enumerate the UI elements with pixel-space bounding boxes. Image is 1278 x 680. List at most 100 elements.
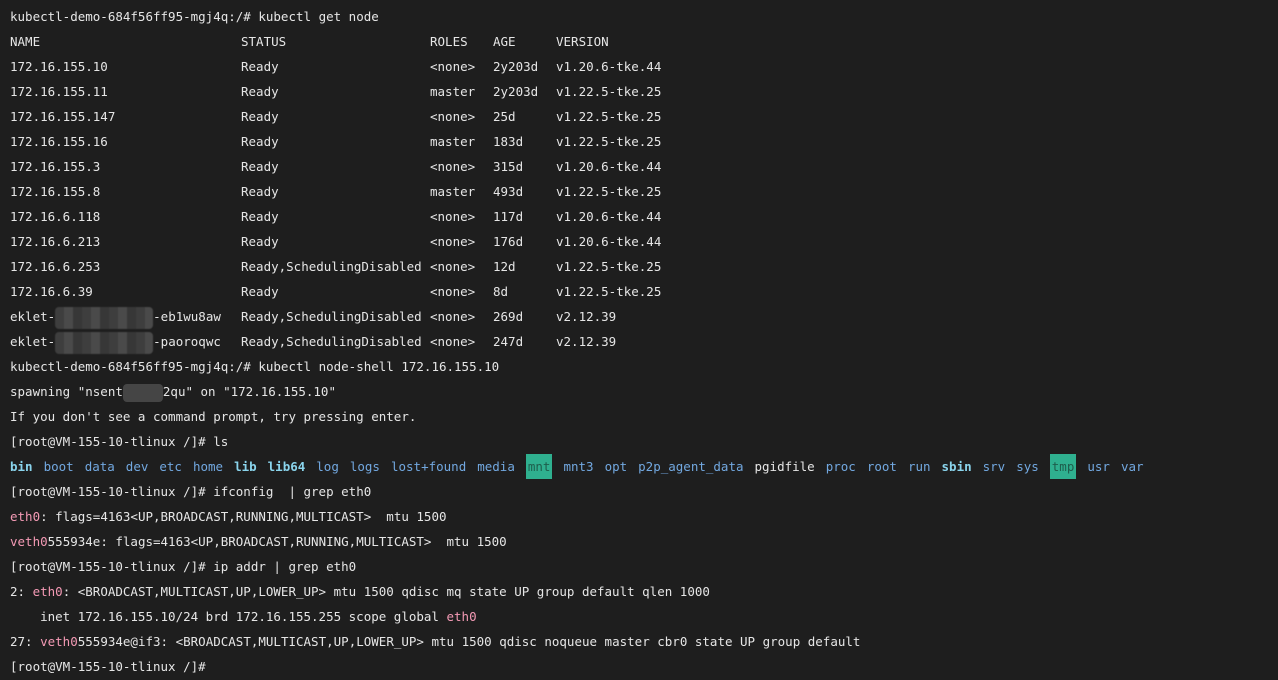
node-age: 25d	[493, 109, 516, 124]
redacted-blur	[55, 331, 154, 354]
node-roles: <none>	[430, 309, 476, 324]
node-name: 172.16.155.147	[10, 109, 116, 124]
spawning-text: spawning "nsent	[10, 384, 123, 399]
ip-addr-output-line: inet 172.16.155.10/24 brd 172.16.155.255…	[10, 604, 1278, 629]
header-name: NAME	[10, 34, 41, 49]
node-name: 172.16.6.253	[10, 259, 101, 274]
shell-prompt: [root@VM-155-10-tlinux /]#	[10, 559, 214, 574]
node-age: 183d	[493, 134, 524, 149]
ls-entry: media	[477, 459, 515, 474]
shell-prompt: [root@VM-155-10-tlinux /]#	[10, 434, 214, 449]
ls-output: bin boot data dev etc home lib lib64 log logs lost…	[10, 454, 1278, 479]
ls-entry: opt	[604, 459, 628, 474]
node-roles: <none>	[430, 234, 476, 249]
node-version: v1.22.5-tke.25	[556, 184, 662, 199]
command-line: [root@VM-155-10-tlinux /]# ls	[10, 429, 1278, 454]
header-version: VERSION	[556, 34, 609, 49]
interface-name: eth0	[32, 584, 63, 599]
header-status: STATUS	[241, 34, 287, 49]
node-status: Ready	[241, 84, 279, 99]
node-status: Ready	[241, 109, 279, 124]
command-text: ls	[213, 434, 229, 449]
node-version: v1.20.6-tke.44	[556, 209, 662, 224]
table-row: 172.16.6.39 Ready <none> 8d v1.22.5-tke.25	[10, 279, 1278, 304]
command-text: ifconfig | grep eth0	[213, 484, 372, 499]
table-row: 172.16.155.3 Ready <none> 315d v1.20.6-tke.4…	[10, 154, 1278, 179]
table-row: 172.16.6.118 Ready <none> 117d v1.20.6-tke.4…	[10, 204, 1278, 229]
ip-text: : <BROADCAST,MULTICAST,UP,LOWER_UP> mtu …	[160, 634, 861, 649]
node-age: 117d	[493, 209, 524, 224]
node-age: 247d	[493, 334, 524, 349]
node-version: v1.22.5-tke.25	[556, 284, 662, 299]
ls-entry: run	[907, 459, 931, 474]
table-row: 172.16.155.8 Ready master 493d v1.22.5-tke.2…	[10, 179, 1278, 204]
ip-text: inet 172.16.155.10/24 brd 172.16.155.255…	[10, 609, 447, 624]
node-age: 2y203d	[493, 59, 539, 74]
table-row: eklet- -paoroqwc Ready,SchedulingDisabled <…	[10, 329, 1278, 354]
node-roles: <none>	[430, 284, 476, 299]
ls-entry: logs	[349, 459, 380, 474]
node-roles: master	[430, 184, 476, 199]
ip-text: 2:	[10, 584, 33, 599]
node-status: Ready,SchedulingDisabled	[241, 259, 422, 274]
interface-name: veth0	[10, 534, 48, 549]
ip-addr-output-line: 27: veth0555934e@if3: <BROADCAST,MULTICA…	[10, 629, 1278, 654]
node-age: 176d	[493, 234, 524, 249]
ls-entry: lib64	[267, 459, 306, 474]
interface-tail: 555934e	[47, 534, 101, 549]
node-name-prefix: eklet-	[10, 334, 56, 349]
command-line: kubectl-demo-684f56ff95-mgj4q:/# kubectl…	[10, 354, 1278, 379]
table-row: 172.16.155.16 Ready master 183d v1.22.5-tke.…	[10, 129, 1278, 154]
node-version: v1.22.5-tke.25	[556, 84, 662, 99]
ifconfig-output-line: veth0555934e: flags=4163<UP,BROADCAST,RU…	[10, 529, 1278, 554]
ls-entry: p2p_agent_data	[638, 459, 744, 474]
node-version: v1.22.5-tke.25	[556, 134, 662, 149]
ls-entry: srv	[982, 459, 1006, 474]
header-roles: ROLES	[430, 34, 468, 49]
node-roles: <none>	[430, 159, 476, 174]
ip-text: 27:	[10, 634, 41, 649]
terminal-window[interactable]: kubectl-demo-684f56ff95-mgj4q:/# kubectl…	[0, 0, 1278, 680]
node-age: 493d	[493, 184, 524, 199]
node-name-prefix: eklet-	[10, 309, 56, 324]
command-line: kubectl-demo-684f56ff95-mgj4q:/# kubectl…	[10, 4, 1278, 29]
node-name: 172.16.155.3	[10, 159, 101, 174]
node-version: v1.20.6-tke.44	[556, 234, 662, 249]
node-roles: master	[430, 134, 476, 149]
ls-entry: root	[866, 459, 897, 474]
ls-entry: bin	[10, 459, 33, 474]
ls-entry: lib	[234, 459, 257, 474]
node-roles: <none>	[430, 259, 476, 274]
node-name-suffix: -paoroqwc	[153, 334, 221, 349]
ls-entry: dev	[125, 459, 149, 474]
node-roles: <none>	[430, 334, 476, 349]
node-name: 172.16.6.39	[10, 284, 93, 299]
ls-entry: lost+found	[390, 459, 467, 474]
table-row: 172.16.6.213 Ready <none> 176d v1.20.6-tke.4…	[10, 229, 1278, 254]
table-row: 172.16.155.147 Ready <none> 25d v1.22.5-tke.…	[10, 104, 1278, 129]
ls-entry: home	[192, 459, 224, 474]
ip-text: : <BROADCAST,MULTICAST,UP,LOWER_UP> mtu …	[62, 584, 710, 599]
redacted-blur	[122, 383, 163, 402]
node-name: 172.16.6.118	[10, 209, 101, 224]
shell-prompt: [root@VM-155-10-tlinux /]#	[10, 484, 214, 499]
command-line[interactable]: [root@VM-155-10-tlinux /]#	[10, 654, 1278, 679]
node-status: Ready,SchedulingDisabled	[241, 334, 422, 349]
ls-entry: proc	[825, 459, 856, 474]
node-age: 2y203d	[493, 84, 539, 99]
node-name: 172.16.6.213	[10, 234, 101, 249]
node-status: Ready	[241, 134, 279, 149]
interface-name: eth0	[446, 609, 477, 624]
node-version: v1.20.6-tke.44	[556, 159, 662, 174]
node-version: v1.20.6-tke.44	[556, 59, 662, 74]
table-row: 172.16.6.253 Ready,SchedulingDisabled <non…	[10, 254, 1278, 279]
ls-entry: pgidfile	[754, 459, 815, 474]
node-name: eklet- -eb1wu8aw	[10, 304, 221, 329]
node-status: Ready	[241, 234, 279, 249]
table-row: 172.16.155.10 Ready <none> 2y203d v1.20.6-tk…	[10, 54, 1278, 79]
node-name: 172.16.155.8	[10, 184, 101, 199]
node-name-suffix: -eb1wu8aw	[153, 309, 221, 324]
ls-entry: usr	[1087, 459, 1110, 474]
command-text: kubectl get node	[258, 9, 379, 24]
interface-name: eth0	[10, 509, 41, 524]
